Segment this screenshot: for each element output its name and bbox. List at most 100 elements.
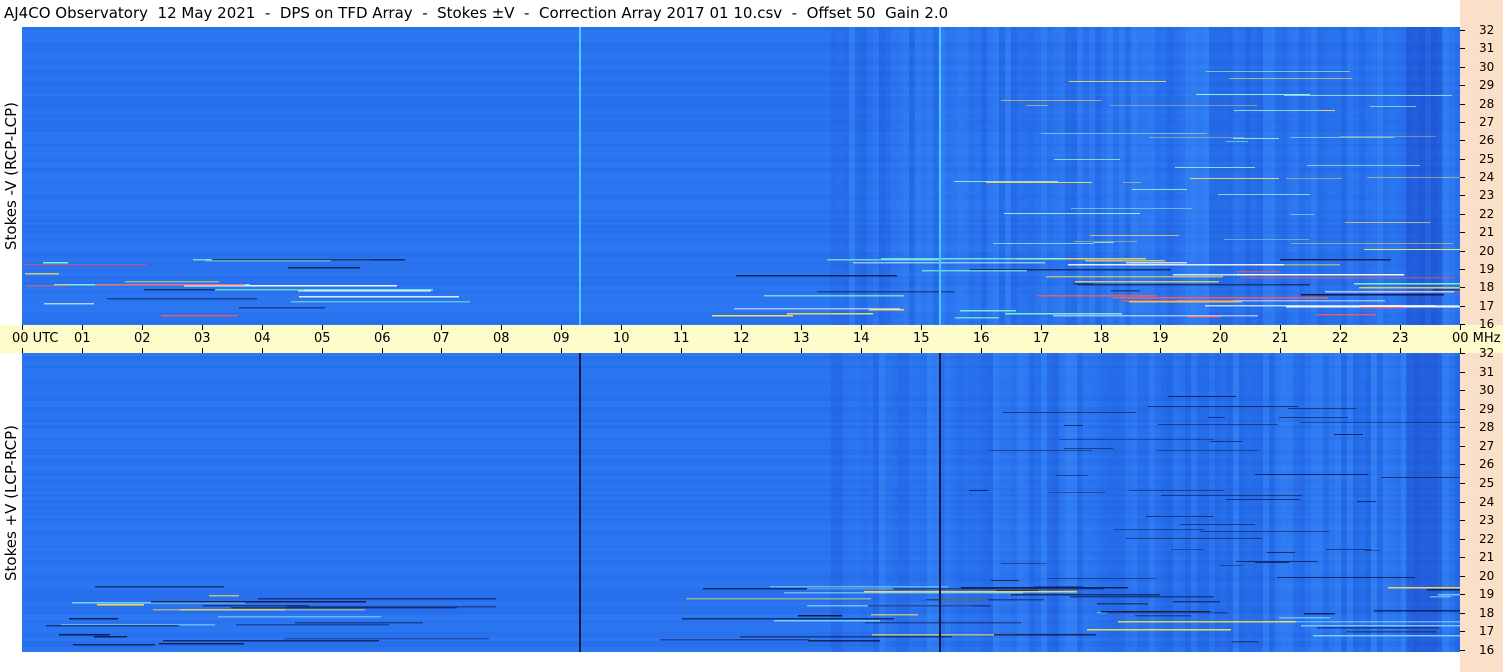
spectrum-stripe <box>1077 353 1083 652</box>
burst-streak <box>239 307 325 309</box>
bottom-frequency-axis: 32 31 30 29 28 27 26 25 24 23 22 21 20 19 18 17 16 <box>1460 346 1503 672</box>
burst-streak <box>1146 516 1214 517</box>
spectrum-stripe <box>1185 27 1191 325</box>
burst-streak <box>69 618 118 620</box>
burst-streak <box>1218 194 1310 195</box>
time-tick <box>322 348 323 353</box>
freq-tick-label: 27 <box>1479 115 1495 129</box>
time-tick <box>1340 325 1341 330</box>
time-tick-label: 21 <box>1272 331 1289 346</box>
spectrum-stripe <box>1071 27 1077 325</box>
burst-streak <box>209 595 239 597</box>
time-tick-label: 06 <box>374 331 391 346</box>
freq-tick <box>1460 48 1465 49</box>
spectrum-stripe <box>1155 353 1161 652</box>
burst-streak <box>1047 578 1156 579</box>
burst-streak <box>1255 562 1289 563</box>
spectrum-stripe <box>885 353 891 652</box>
time-tick-label: 00 MHz <box>1452 331 1501 346</box>
spectrum-stripe <box>1335 353 1341 652</box>
freq-tick-label: 16 <box>1479 643 1495 657</box>
burst-streak <box>774 620 880 622</box>
spectrum-stripe <box>861 353 867 652</box>
freq-tick <box>1460 464 1465 465</box>
freq-tick <box>1460 502 1465 503</box>
burst-streak <box>1346 631 1437 633</box>
spectrum-stripe <box>1209 353 1215 652</box>
burst-streak <box>994 634 1096 636</box>
burst-streak <box>1110 105 1257 106</box>
spectrum-stripe <box>1161 353 1167 652</box>
burst-streak <box>1026 105 1048 106</box>
spectrum-stripe <box>1137 353 1143 652</box>
burst-streak <box>1280 259 1391 261</box>
spectrum-stripe <box>1065 353 1071 652</box>
burst-streak <box>161 315 238 317</box>
burst-streak <box>1364 249 1460 250</box>
spectrum-stripe <box>951 27 957 325</box>
burst-streak <box>1090 235 1179 236</box>
burst-streak <box>1200 531 1329 532</box>
time-tick <box>681 325 682 330</box>
burst-streak <box>787 313 873 315</box>
spectrum-stripe <box>1371 27 1377 325</box>
freq-tick <box>1460 520 1465 521</box>
time-tick <box>741 348 742 353</box>
burst-streak <box>1173 601 1220 603</box>
freq-tick-label: 24 <box>1479 170 1495 184</box>
spectrum-stripe <box>867 353 873 652</box>
freq-tick <box>1460 232 1465 233</box>
burst-streak <box>1220 565 1242 566</box>
time-tick <box>621 325 622 330</box>
time-tick <box>561 348 562 353</box>
spectrum-stripe <box>1017 27 1023 325</box>
spectrum-stripe <box>1113 353 1119 652</box>
burst-streak <box>1325 291 1454 293</box>
burst-streak <box>1148 406 1298 407</box>
burst-streak <box>1334 434 1363 435</box>
time-tick <box>22 325 23 330</box>
burst-streak <box>740 636 952 638</box>
burst-streak <box>1240 277 1455 279</box>
time-tick-label: 22 <box>1332 331 1349 346</box>
time-tick-label: 10 <box>613 331 630 346</box>
freq-tick <box>1460 177 1465 178</box>
time-tick <box>861 325 862 330</box>
spectrum-stripe <box>1371 353 1377 652</box>
spectrum-stripe <box>921 353 927 652</box>
spectrum-stripe <box>1395 353 1401 652</box>
spectrum-stripe <box>843 27 849 325</box>
spectrum-stripe <box>1107 27 1113 325</box>
burst-streak <box>1064 425 1083 426</box>
spectrum-stripe <box>1005 353 1011 652</box>
spectrum-stripe <box>1275 353 1281 652</box>
time-tick <box>382 348 383 353</box>
bottom-spectrogram-plot <box>22 353 1460 652</box>
burst-streak <box>163 640 379 642</box>
burst-streak <box>1267 552 1295 553</box>
burst-streak <box>798 615 842 617</box>
burst-streak <box>295 622 423 624</box>
burst-streak <box>153 609 365 611</box>
burst-streak <box>95 586 224 588</box>
spectrum-stripe <box>1173 353 1179 652</box>
time-tick <box>801 348 802 353</box>
burst-streak <box>1056 475 1088 476</box>
burst-streak <box>969 490 988 491</box>
burst-streak <box>1438 594 1460 596</box>
burst-streak <box>288 267 360 269</box>
spectrum-stripe <box>1263 353 1269 652</box>
spectrum-stripe <box>891 353 897 652</box>
freq-tick <box>1460 104 1465 105</box>
time-tick <box>561 325 562 330</box>
spectrum-stripe <box>1077 27 1083 325</box>
time-tick <box>1280 348 1281 353</box>
spectrum-stripe <box>879 27 885 325</box>
freq-tick-label: 17 <box>1479 299 1495 313</box>
burst-streak <box>770 586 948 588</box>
burst-streak <box>1175 167 1255 168</box>
freq-tick-label: 30 <box>1479 60 1495 74</box>
spectrum-stripe <box>1197 27 1203 325</box>
burst-streak <box>991 580 1019 581</box>
spectrum-stripe <box>1101 353 1107 652</box>
